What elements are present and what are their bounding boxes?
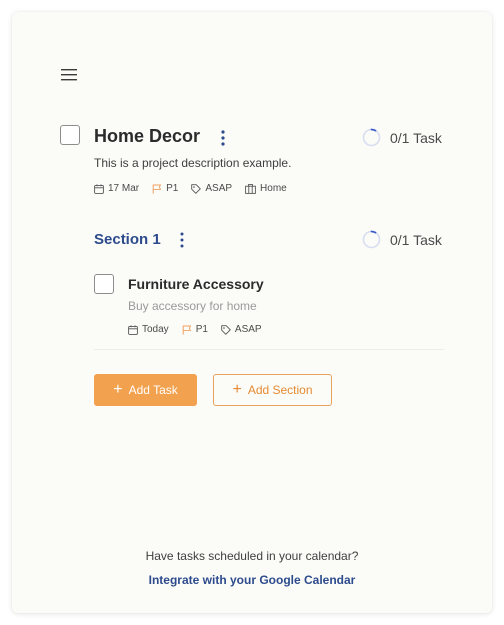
calendar-icon <box>94 183 104 194</box>
task-tag-label: ASAP <box>234 324 262 335</box>
google-calendar-link[interactable]: Integrate with your Google Calendar <box>12 573 492 587</box>
task-description: Buy accessory for home <box>128 299 257 313</box>
section-title[interactable]: Section 1 <box>94 231 161 248</box>
project-location-label: Home <box>260 183 287 194</box>
task-title[interactable]: Furniture Accessory <box>128 276 264 292</box>
tag-icon <box>221 324 231 335</box>
flag-icon <box>152 184 162 194</box>
section-options-kebab-icon[interactable] <box>176 231 188 249</box>
task-tag[interactable]: ASAP <box>221 324 262 335</box>
add-task-button[interactable]: + Add Task <box>94 374 197 406</box>
project-meta: 17 Mar P1 ASAP Home <box>94 183 300 194</box>
project-date-label: 17 Mar <box>108 183 140 194</box>
task-priority-label: P1 <box>195 324 208 335</box>
task-date-label: Today <box>142 324 169 335</box>
plus-icon: + <box>113 381 123 398</box>
add-section-label: Add Section <box>247 383 313 397</box>
progress-ring-icon <box>362 230 381 249</box>
project-progress-label: 0/1 Task <box>390 129 442 146</box>
building-icon <box>245 183 256 194</box>
add-task-label: Add Task <box>128 383 178 397</box>
progress-ring-icon <box>362 128 381 147</box>
section-progress-label: 0/1 Task <box>390 231 442 248</box>
tag-icon <box>191 183 202 194</box>
project-card: Home Decor 0/1 Task This is a project de… <box>12 12 492 613</box>
project-tag[interactable]: ASAP <box>191 183 232 194</box>
task-checkbox[interactable] <box>94 274 114 294</box>
add-section-button[interactable]: + Add Section <box>213 374 332 406</box>
menu-icon[interactable] <box>61 69 81 83</box>
project-options-kebab-icon[interactable] <box>217 129 229 147</box>
calendar-icon <box>128 324 138 335</box>
flag-icon <box>182 325 191 335</box>
project-tag-label: ASAP <box>205 183 233 194</box>
section-divider <box>94 349 444 350</box>
project-description: This is a project description example. <box>94 156 292 170</box>
project-checkbox[interactable] <box>60 125 80 145</box>
project-title: Home Decor <box>94 126 201 146</box>
task-priority[interactable]: P1 <box>182 324 208 335</box>
calendar-prompt: Have tasks scheduled in your calendar? <box>145 549 359 563</box>
project-date[interactable]: 17 Mar <box>94 183 139 194</box>
project-priority[interactable]: P1 <box>152 183 178 194</box>
project-progress: 0/1 Task <box>362 128 442 147</box>
project-location[interactable]: Home <box>245 183 287 194</box>
section-progress: 0/1 Task <box>362 230 442 249</box>
plus-icon: + <box>232 381 242 398</box>
task-date[interactable]: Today <box>128 324 169 335</box>
task-meta: Today P1 ASAP <box>128 324 275 335</box>
project-priority-label: P1 <box>166 183 179 194</box>
